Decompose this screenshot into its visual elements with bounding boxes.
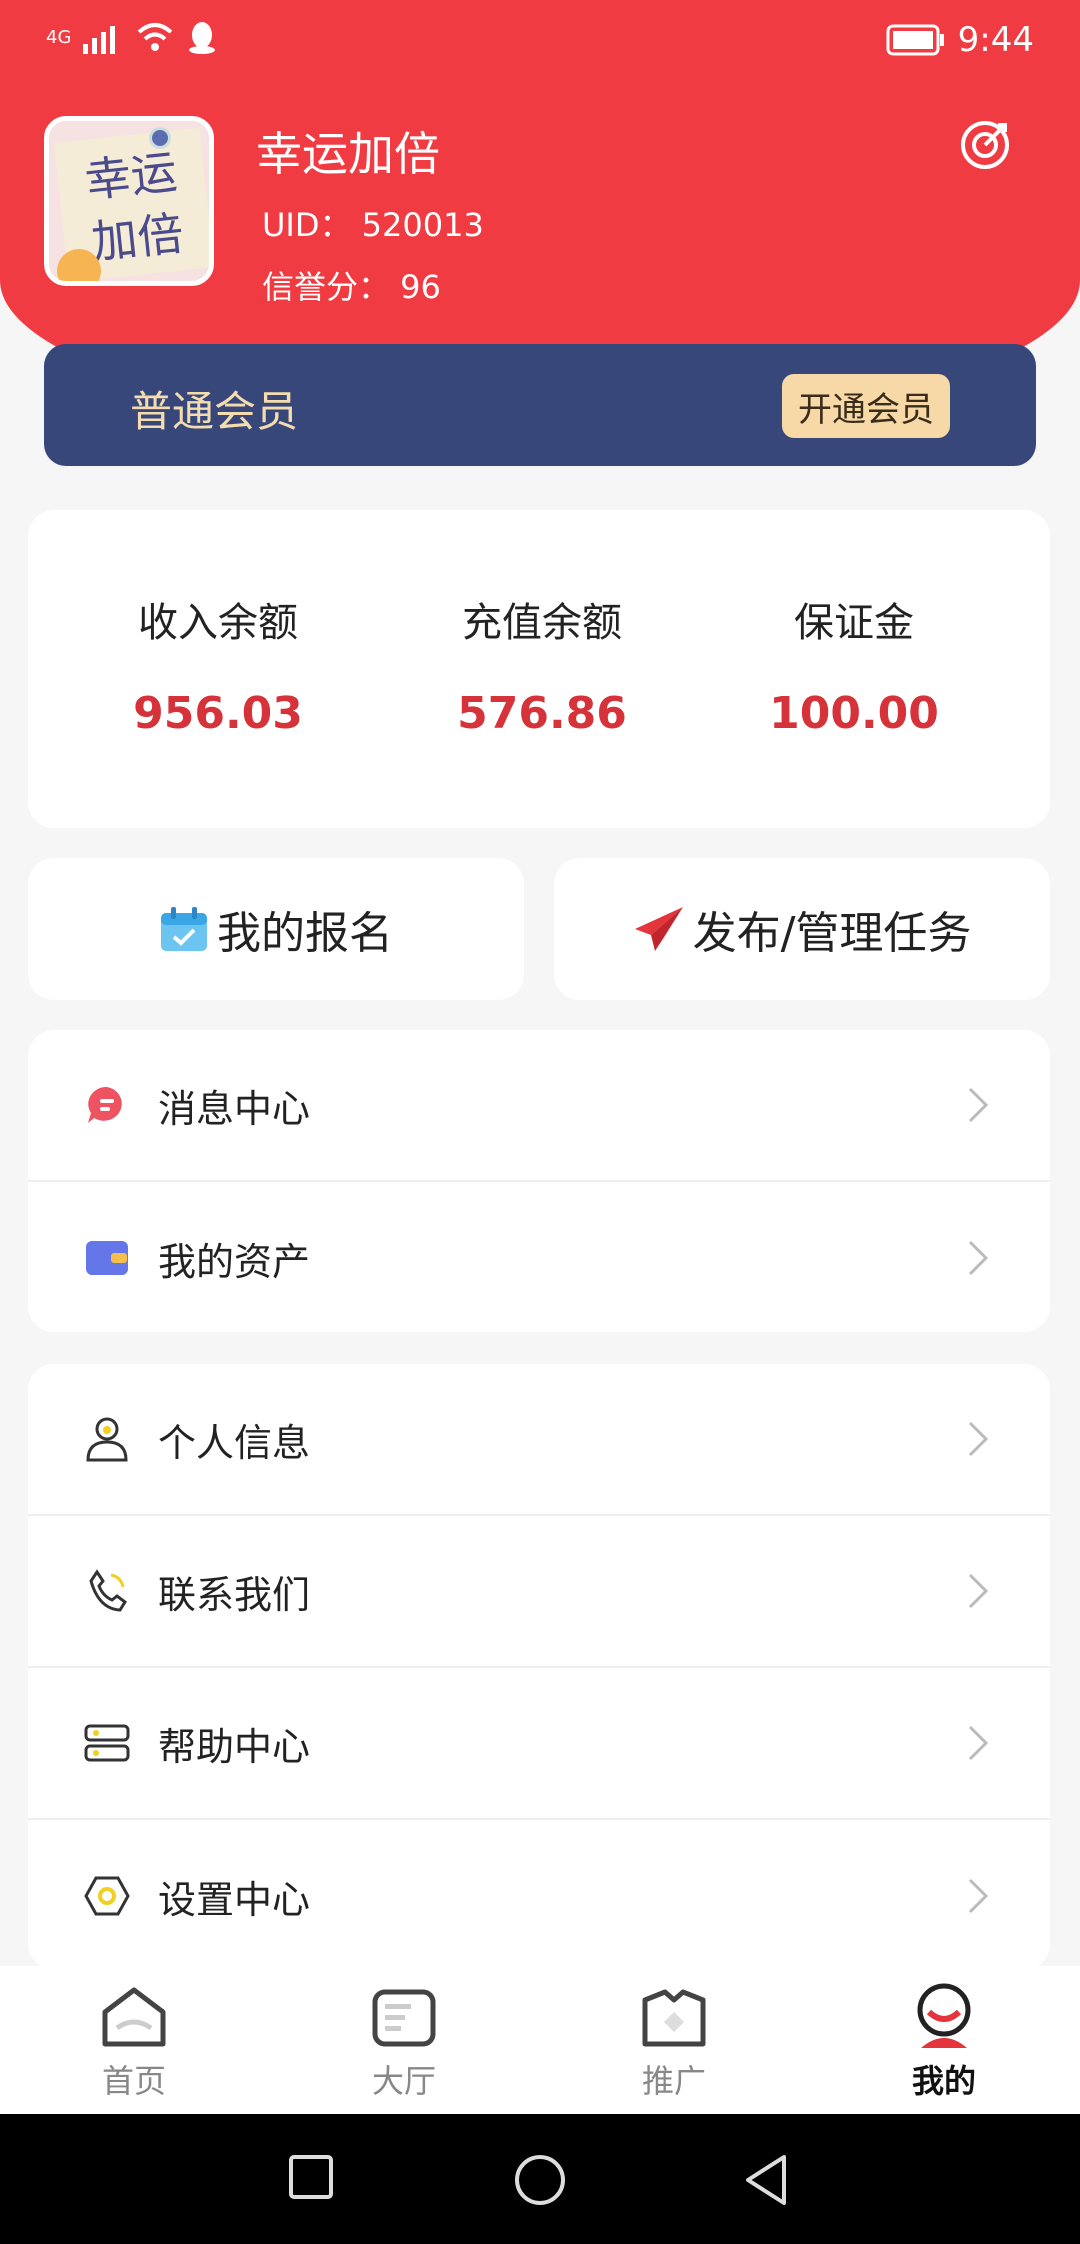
tab-label: 我的 [911,2062,976,2100]
publish-task-button[interactable]: 发布/管理任务 [554,858,1050,1000]
menu-item-settings[interactable]: 设置中心 [28,1820,1050,1972]
back-icon[interactable] [742,2152,792,2208]
menu-item-profile[interactable]: 个人信息 [28,1364,1050,1516]
menu-label: 联系我们 [158,1572,311,1617]
avatar-pin [149,127,171,149]
profile-section: 幸运加倍 幸运加倍 UID： 520013 信誉分： 96 [44,116,484,308]
chevron-right-icon [968,1878,989,1914]
settings-icon [82,1871,132,1921]
status-bar: 4G 9:44 [0,0,1080,86]
menu-item-assets[interactable]: 我的资产 [28,1182,1050,1334]
my-signup-label: 我的报名 [217,908,393,959]
vip-bar: 普通会员 开通会员 [44,344,1036,466]
menu-item-contact[interactable]: 联系我们 [28,1516,1050,1668]
wallet-icon [82,1233,132,1283]
tab-hall[interactable]: 大厅 [334,1982,474,2102]
recharge-balance[interactable]: 充值余额 576.86 [392,590,692,739]
user-credit: 信誉分： 96 [262,268,441,306]
balance-value: 576.86 [457,688,627,739]
tab-promote[interactable]: 推广 [604,1982,744,2102]
tab-home[interactable]: 首页 [64,1982,204,2102]
balance-card: 收入余额 956.03 充值余额 576.86 保证金 100.00 [28,510,1050,828]
wifi-icon [138,23,173,51]
user-name: 幸运加倍 [256,127,440,181]
chevron-right-icon [968,1240,989,1276]
chevron-right-icon [968,1725,989,1761]
menu-item-help[interactable]: 帮助中心 [28,1668,1050,1820]
open-vip-button[interactable]: 开通会员 [782,374,950,438]
income-balance[interactable]: 收入余额 956.03 [68,590,368,739]
balance-title: 保证金 [794,600,914,646]
avatar[interactable]: 幸运加倍 [44,116,214,286]
menu-label: 我的资产 [158,1239,311,1284]
tab-label: 首页 [101,2062,166,2100]
help-icon [82,1718,132,1768]
home-button-icon[interactable] [512,2152,568,2208]
menu-item-messages[interactable]: 消息中心 [28,1030,1050,1182]
tab-label: 大厅 [371,2062,436,2100]
clock: 9:44 [957,20,1034,60]
menu-label: 帮助中心 [158,1724,311,1769]
signal-icon [83,26,116,54]
recents-icon[interactable] [286,2152,336,2202]
paper-plane-icon [634,907,683,951]
menu-label: 个人信息 [158,1420,311,1465]
battery-icon [886,24,944,56]
message-icon [82,1080,132,1130]
hall-icon [372,1989,436,2047]
balance-title: 充值余额 [462,600,622,646]
promote-icon [642,1989,706,2047]
status-left: 4G [46,20,217,54]
chevron-right-icon [968,1087,989,1123]
balance-title: 收入余额 [138,600,298,646]
menu-label: 消息中心 [158,1086,311,1131]
menu-group-1: 消息中心 我的资产 [28,1030,1050,1332]
phone-icon [82,1566,132,1616]
network-type: 4G [46,26,72,48]
menu-label: 设置中心 [158,1877,311,1922]
balance-value: 100.00 [769,688,939,739]
profile-icon [917,1983,971,2048]
user-uid: UID： 520013 [262,206,484,244]
home-icon [102,1987,166,2047]
menu-group-2: 个人信息 联系我们 帮助中心 设置中心 [28,1364,1050,1970]
user-icon [82,1414,132,1464]
chevron-right-icon [968,1421,989,1457]
tab-mine[interactable]: 我的 [874,1982,1014,2102]
system-nav-bar [0,2114,1080,2244]
target-settings-icon[interactable] [958,118,1012,172]
chevron-right-icon [968,1573,989,1609]
qq-icon [189,22,216,54]
status-right: 9:44 [886,20,1034,60]
balance-value: 956.03 [133,688,303,739]
vip-level: 普通会员 [130,387,299,436]
publish-task-label: 发布/管理任务 [692,908,972,959]
avatar-chick [57,249,101,281]
deposit-balance[interactable]: 保证金 100.00 [704,590,1004,739]
bottom-tab-bar: 首页 大厅 推广 我的 [0,1966,1080,2114]
calendar-icon [161,907,207,951]
tab-label: 推广 [641,2062,706,2100]
profile-info: 幸运加倍 UID： 520013 信誉分： 96 [256,116,484,308]
my-signup-button[interactable]: 我的报名 [28,858,524,1000]
